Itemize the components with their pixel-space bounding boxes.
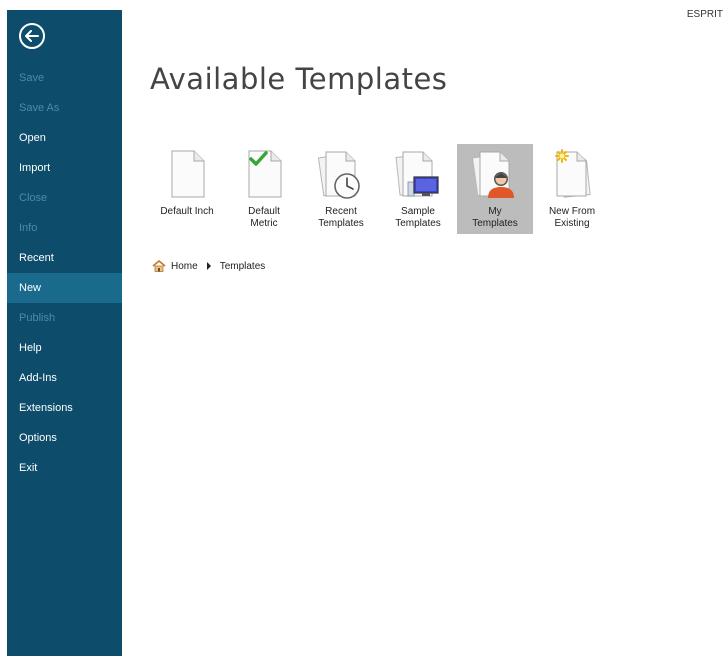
menu-item-add-ins[interactable]: Add-Ins bbox=[7, 363, 122, 393]
document-new-star-icon bbox=[555, 149, 591, 198]
document-monitor-icon bbox=[395, 151, 439, 197]
menu-item-help[interactable]: Help bbox=[7, 333, 122, 363]
menu-item-info: Info bbox=[19, 222, 38, 234]
menu-item-options[interactable]: Options bbox=[7, 423, 122, 453]
blank-document-icon bbox=[171, 150, 205, 198]
menu-item-save: Save bbox=[19, 72, 45, 84]
tile-label: New From Existing bbox=[548, 206, 596, 229]
chevron-right-icon bbox=[206, 262, 211, 270]
menu-item-publish: Publish bbox=[19, 312, 56, 324]
document-checkmark-icon bbox=[248, 150, 282, 198]
menu-item-close: Close bbox=[19, 192, 48, 204]
back-arrow-icon bbox=[25, 30, 39, 42]
back-button[interactable] bbox=[19, 23, 45, 49]
menu-item-import[interactable]: Import bbox=[7, 153, 122, 183]
tile-default-inch[interactable]: Default Inch bbox=[149, 144, 225, 234]
menu-item-extensions[interactable]: Extensions bbox=[7, 393, 122, 423]
tile-new-from-existing[interactable]: New From Existing bbox=[534, 144, 610, 234]
page-title: Available Templates bbox=[150, 62, 448, 96]
breadcrumb-home[interactable]: Home bbox=[171, 261, 198, 272]
home-icon[interactable] bbox=[152, 260, 166, 272]
menu-item-new[interactable]: New bbox=[7, 273, 122, 303]
tile-my-templates[interactable]: My Templates bbox=[457, 144, 533, 234]
tile-label: Sample Templates bbox=[395, 206, 441, 229]
backstage-sidebar: Save Save As Open Import Close Info Rece… bbox=[7, 10, 122, 656]
sidebar-menu: Save Save As Open Import Close Info Rece… bbox=[7, 63, 122, 483]
tile-label: Default Metric bbox=[248, 206, 280, 229]
tile-recent-templates[interactable]: Recent Templates bbox=[303, 144, 379, 234]
menu-item-exit[interactable]: Exit bbox=[7, 453, 122, 483]
tile-label: Recent Templates bbox=[318, 206, 364, 229]
menu-item-recent[interactable]: Recent bbox=[7, 243, 122, 273]
tile-sample-templates[interactable]: Sample Templates bbox=[380, 144, 456, 234]
breadcrumb: Home Templates bbox=[152, 260, 265, 272]
breadcrumb-current: Templates bbox=[219, 260, 266, 272]
document-clock-icon bbox=[317, 151, 360, 199]
tile-label: My Templates bbox=[472, 206, 518, 229]
menu-item-save-as: Save As bbox=[19, 102, 60, 114]
document-user-icon bbox=[471, 151, 514, 198]
menu-item-open[interactable]: Open bbox=[7, 123, 122, 153]
tile-default-metric[interactable]: Default Metric bbox=[226, 144, 302, 234]
tile-label: Default Inch bbox=[160, 206, 214, 217]
app-brand: ESPRIT bbox=[686, 9, 723, 20]
